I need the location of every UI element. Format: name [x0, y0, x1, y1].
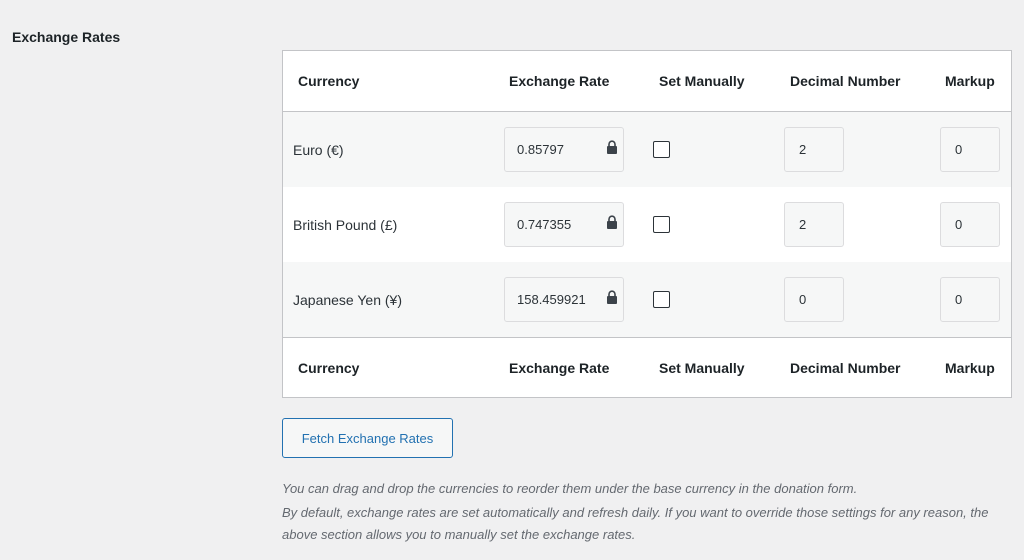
exchange-rate-field[interactable]: 0.85797: [504, 127, 624, 172]
fetch-exchange-rates-button[interactable]: Fetch Exchange Rates: [282, 418, 453, 458]
currency-name: British Pound (£): [293, 216, 398, 233]
footer-markup: Markup: [945, 360, 995, 376]
set-manually-checkbox[interactable]: [653, 291, 670, 308]
lock-icon: [607, 140, 617, 154]
exchange-rate-value: 158.459921: [517, 292, 586, 307]
header-decimal-number: Decimal Number: [790, 73, 901, 89]
exchange-rate-field[interactable]: 158.459921: [504, 277, 624, 322]
help-text-reorder: You can drag and drop the currencies to …: [282, 481, 858, 496]
set-manually-checkbox[interactable]: [653, 141, 670, 158]
exchange-rate-field[interactable]: 0.747355: [504, 202, 624, 247]
footer-decimal-number: Decimal Number: [790, 360, 901, 376]
lock-icon: [607, 290, 617, 304]
table-footer-row: Currency Exchange Rate Set Manually Deci…: [283, 337, 1011, 398]
currency-name: Japanese Yen (¥): [293, 291, 402, 308]
table-header-row: Currency Exchange Rate Set Manually Deci…: [283, 51, 1011, 112]
footer-set-manually: Set Manually: [659, 360, 745, 376]
table-row[interactable]: Euro (€) 0.85797 2 0: [283, 112, 1011, 187]
footer-exchange-rate: Exchange Rate: [509, 360, 610, 376]
help-text-override: By default, exchange rates are set autom…: [282, 505, 989, 542]
lock-icon: [607, 215, 617, 229]
header-markup: Markup: [945, 73, 995, 89]
decimal-number-field[interactable]: 0: [784, 277, 844, 322]
exchange-rates-table: Currency Exchange Rate Set Manually Deci…: [282, 50, 1012, 398]
markup-field[interactable]: 0: [940, 202, 1000, 247]
markup-field[interactable]: 0: [940, 127, 1000, 172]
decimal-number-field[interactable]: 2: [784, 202, 844, 247]
section-label: Exchange Rates: [12, 29, 121, 45]
header-set-manually: Set Manually: [659, 73, 745, 89]
currency-name: Euro (€): [293, 141, 344, 158]
set-manually-checkbox[interactable]: [653, 216, 670, 233]
decimal-number-field[interactable]: 2: [784, 127, 844, 172]
exchange-rate-value: 0.85797: [517, 142, 564, 157]
header-currency: Currency: [298, 73, 360, 89]
markup-field[interactable]: 0: [940, 277, 1000, 322]
header-exchange-rate: Exchange Rate: [509, 73, 610, 89]
table-row[interactable]: Japanese Yen (¥) 158.459921 0 0: [283, 262, 1011, 337]
table-row[interactable]: British Pound (£) 0.747355 2 0: [283, 187, 1011, 262]
exchange-rate-value: 0.747355: [517, 217, 572, 232]
footer-currency: Currency: [298, 360, 360, 376]
